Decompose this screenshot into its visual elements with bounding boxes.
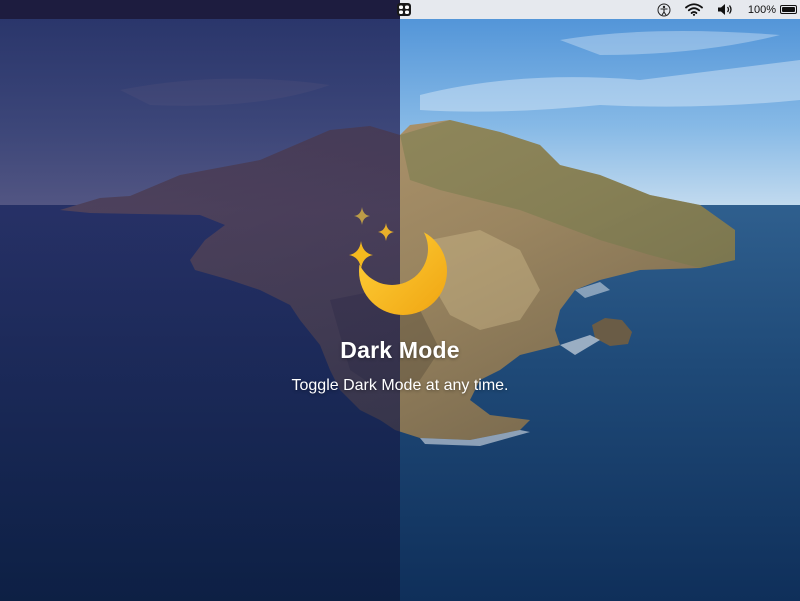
moon-crescent — [359, 227, 447, 315]
hero-subtitle: Toggle Dark Mode at any time. — [291, 377, 509, 394]
volume-icon — [717, 4, 732, 15]
hero-title: Dark Mode — [340, 337, 460, 363]
sparkle-small-icon — [354, 207, 370, 225]
battery-icon[interactable] — [780, 5, 797, 14]
volume-menu-item[interactable] — [717, 0, 734, 19]
status-menu-area: 100% — [657, 0, 800, 19]
wifi-icon — [684, 3, 703, 16]
battery-percentage[interactable]: 100% — [748, 4, 776, 16]
menu-bar: 100% — [0, 0, 800, 19]
desktop: 100% Dark Mode Toggle Dark Mode at any t… — [0, 0, 800, 601]
dark-mode-moon-icon — [349, 207, 447, 315]
accessibility-menu-item[interactable] — [657, 0, 671, 19]
battery-level — [782, 7, 795, 12]
wifi-menu-item[interactable] — [684, 0, 703, 19]
menu-bar-dark-half — [0, 0, 400, 19]
app-icon[interactable] — [396, 2, 412, 17]
accessibility-icon — [657, 3, 671, 16]
